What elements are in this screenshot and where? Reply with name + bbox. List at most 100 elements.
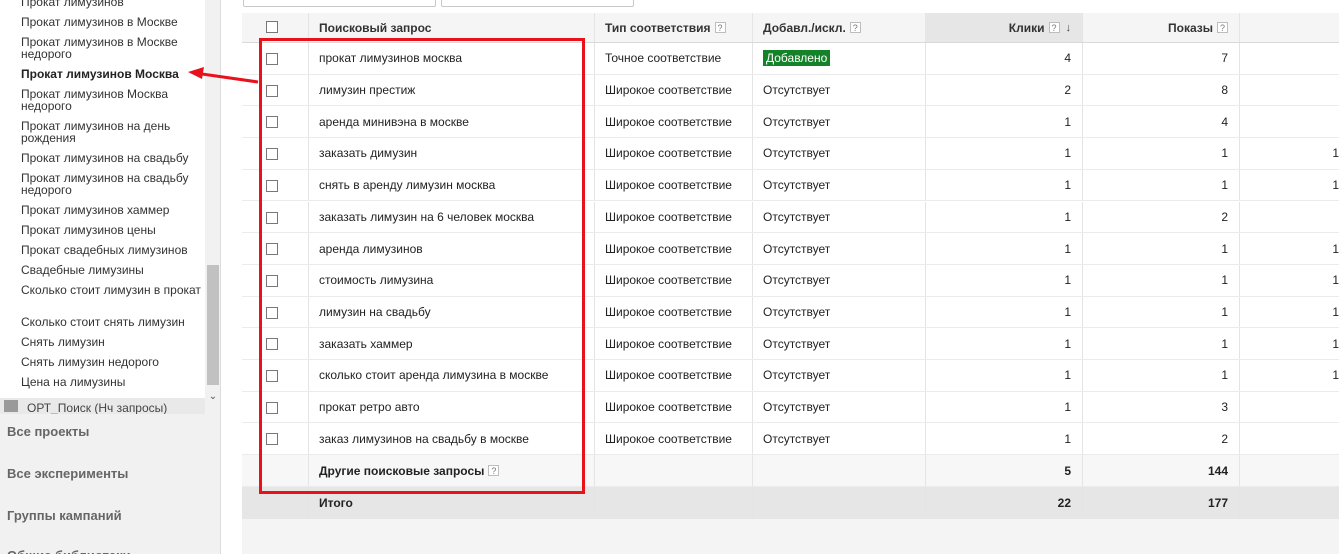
clicks-cell: 1 [1064,146,1071,161]
total-clicks-cell: 22 [1057,496,1071,511]
match-type-cell: Широкое соответствие [605,304,732,319]
status-text: Отсутствует [763,304,831,319]
sidebar-item[interactable]: Прокат лимузинов на свадьбу [21,152,201,164]
sidebar-item[interactable]: Прокат лимузинов [21,0,201,8]
select-all-checkbox[interactable] [266,21,278,33]
status-badge: Добавлено [763,50,831,67]
status-text: Отсутствует [763,209,831,224]
sidebar-item[interactable]: Прокат лимузинов Москва недорого [21,88,201,112]
scrollbar-thumb[interactable] [207,265,219,385]
match-type-cell: Широкое соответствие [605,209,732,224]
match-type-cell: Широкое соответствие [605,400,732,415]
campaign-label: ОРТ_Поиск (Нч запросы) [27,401,168,414]
clicks-cell: 1 [1064,273,1071,288]
sidebar-scrollbar[interactable]: ⌄ [205,0,220,405]
next-column-cell: 1 [1332,368,1339,383]
sidebar-item[interactable]: Прокат лимузинов Москва [21,68,201,80]
status-text: Отсутствует [763,431,831,446]
impressions-cell: 8 [1221,83,1228,98]
sidebar-item[interactable]: Сколько стоит снять лимузин [21,316,201,328]
header-impressions-label: Показы [1168,20,1213,35]
impressions-cell: 1 [1221,304,1228,319]
sort-desc-icon[interactable]: ↓ [1066,22,1072,34]
sidebar-item[interactable]: Свадебные лимузины [21,264,201,276]
sidebar-item[interactable]: Сколько стоит лимузин в прокат [21,284,201,296]
match-type-cell: Широкое соответствие [605,114,732,129]
clicks-cell: 4 [1064,51,1071,66]
match-type-cell: Широкое соответствие [605,431,732,446]
sidebar-nav-link[interactable]: Общие библиотеки [7,548,131,554]
sidebar-nav-link[interactable]: Группы кампаний [7,508,122,523]
clicks-cell: 1 [1064,304,1071,319]
toolbar-filter-field[interactable] [243,0,436,7]
impressions-cell: 4 [1221,114,1228,129]
impressions-cell: 2 [1221,431,1228,446]
sidebar-item[interactable]: Снять лимузин недорого [21,356,201,368]
status-text: Отсутствует [763,368,831,383]
clicks-cell: 1 [1064,336,1071,351]
ad-group-list: Прокат лимузинов Прокат лимузинов в Москв… [0,0,205,405]
other-impressions-cell: 144 [1207,463,1228,478]
next-column-cell [1239,423,1339,454]
clicks-cell: 1 [1064,368,1071,383]
added-status-cell: Отсутствует [763,75,923,106]
header-query-label: Поисковый запрос [319,20,432,35]
next-column-cell [1239,202,1339,233]
clicks-cell: 2 [1064,83,1071,98]
clicks-cell: 1 [1064,114,1071,129]
next-column-cell: 1 [1332,304,1339,319]
status-text: Отсутствует [763,146,831,161]
sidebar-item[interactable]: Прокат лимузинов на день рождения [21,120,201,144]
sidebar-item[interactable]: Прокат лимузинов цены [21,224,201,236]
sidebar-item[interactable]: Прокат лимузинов в Москве [21,16,201,28]
header-clicks-label: Клики [1008,20,1045,35]
header-match-type[interactable]: Тип соответствия ? [605,13,755,42]
match-type-cell: Широкое соответствие [605,368,732,383]
added-status-cell: Отсутствует [763,423,923,454]
added-status-cell: Отсутствует [763,328,923,359]
impressions-cell: 1 [1221,146,1228,161]
sidebar-nav-link[interactable]: Все эксперименты [7,466,128,481]
header-impressions[interactable]: Показы ? [1082,13,1239,42]
clicks-cell: 1 [1064,209,1071,224]
next-column-cell [1239,43,1339,74]
scroll-down-arrow-icon[interactable]: ⌄ [207,391,219,403]
status-text: Отсутствует [763,114,831,129]
help-icon[interactable]: ? [849,22,861,33]
clicks-cell: 1 [1064,400,1071,415]
help-icon[interactable]: ? [1217,22,1228,33]
sidebar-item[interactable]: Прокат лимузинов в Москве недорого [21,36,201,60]
status-text: Отсутствует [763,83,831,98]
sidebar-item[interactable]: Прокат лимузинов хаммер [21,204,201,216]
header-added[interactable]: Добавл./искл. ? [763,13,913,42]
total-impressions-cell: 177 [1207,496,1228,511]
impressions-cell: 1 [1221,336,1228,351]
other-clicks-cell: 5 [1064,463,1071,478]
next-column-cell [1239,106,1339,137]
help-icon[interactable]: ? [1048,22,1060,33]
impressions-cell: 1 [1221,273,1228,288]
sidebar-item[interactable]: Прокат свадебных лимузинов [21,244,201,256]
toolbar-segment-field[interactable] [441,0,634,7]
added-status-cell: Отсутствует [763,233,923,264]
sidebar-nav-link[interactable]: Все проекты [7,424,89,439]
added-status-cell: Отсутствует [763,265,923,296]
header-clicks[interactable]: Клики ? ↓ [925,13,1082,42]
next-column-cell [1239,392,1339,423]
sidebar-item[interactable]: Прокат лимузинов на свадьбу недорого [21,172,201,196]
match-type-cell: Широкое соответствие [605,83,732,98]
match-type-cell: Широкое соответствие [605,273,732,288]
impressions-cell: 2 [1221,209,1228,224]
match-type-cell: Широкое соответствие [605,336,732,351]
clicks-cell: 1 [1064,431,1071,446]
sidebar-item[interactable]: Цена на лимузины [21,376,201,388]
impressions-cell: 1 [1221,368,1228,383]
next-column-cell: 1 [1332,241,1339,256]
next-column-cell: 1 [1332,273,1339,288]
next-column-cell: 1 [1332,178,1339,193]
added-status-cell: Отсутствует [763,392,923,423]
help-icon[interactable]: ? [714,22,726,33]
sidebar-campaign-item[interactable]: ОРТ_Поиск (Нч запросы) [0,398,205,414]
next-column-cell [1239,75,1339,106]
sidebar-item[interactable]: Снять лимузин [21,336,201,348]
